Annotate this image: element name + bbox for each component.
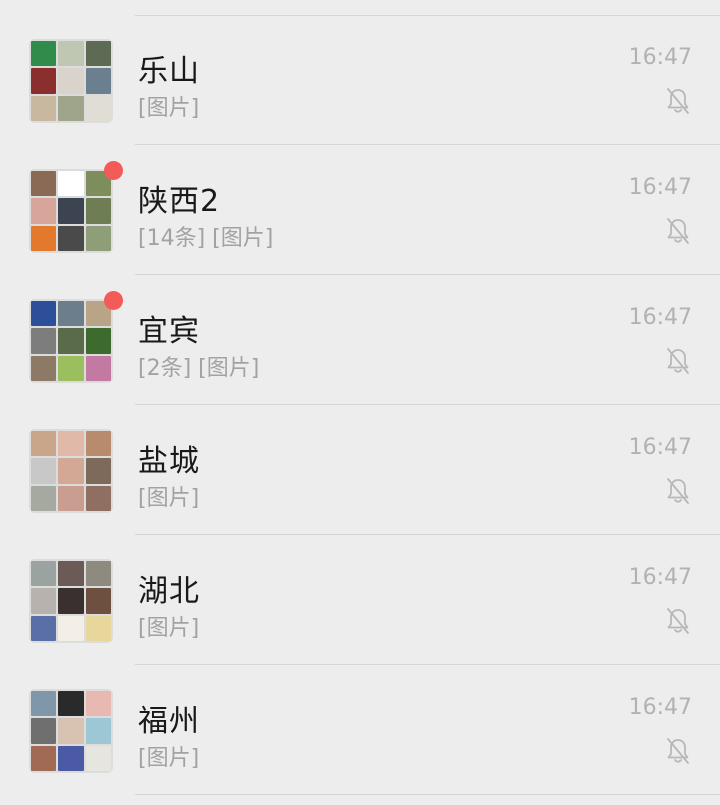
avatar-tile [31, 561, 57, 587]
avatar-tile [31, 718, 57, 744]
avatar-tile [31, 691, 57, 717]
avatar-tile [58, 41, 84, 67]
chat-preview: [图片] [138, 746, 200, 771]
avatar-tile [85, 615, 111, 641]
chat-list-item[interactable]: 湖北 [图片] 16:47 [0, 535, 720, 665]
avatar-tile [58, 171, 84, 197]
chat-time: 16:47 [628, 305, 692, 330]
avatar-tile [58, 225, 84, 251]
mute-bell-icon [667, 218, 689, 244]
avatar-tile [31, 745, 57, 771]
chat-list-item[interactable]: 盐城 [图片] 16:47 [0, 405, 720, 535]
chat-name: 湖北 [138, 574, 200, 609]
avatar-tile [58, 485, 84, 511]
avatar-tile [31, 68, 57, 94]
avatar-tile [58, 745, 84, 771]
chat-preview: [图片] [138, 616, 200, 641]
avatar-tile [85, 561, 111, 587]
avatar-tile [85, 588, 111, 614]
chat-preview: [图片] [138, 486, 200, 511]
avatar-tile [31, 41, 57, 67]
chat-name: 福州 [138, 704, 200, 739]
avatar-tile [85, 68, 111, 94]
avatar-tile [31, 328, 57, 354]
avatar-tile [58, 718, 84, 744]
mute-bell-icon [667, 478, 689, 504]
avatar-tile [58, 198, 84, 224]
group-avatar [29, 299, 113, 383]
unread-dot [104, 161, 123, 180]
avatar-tile [58, 561, 84, 587]
mute-bell-icon [667, 608, 689, 634]
avatar-tile [85, 328, 111, 354]
unread-dot [104, 291, 123, 310]
chat-preview: [14条] [图片] [138, 226, 274, 251]
avatar-tile [31, 485, 57, 511]
chat-list-item[interactable]: 乐山 [图片] 16:47 [0, 15, 720, 145]
avatar-tile [31, 225, 57, 251]
avatar-tile [85, 485, 111, 511]
avatar-tile [31, 588, 57, 614]
chat-time: 16:47 [628, 175, 692, 200]
avatar-tile [31, 95, 57, 121]
group-avatar [29, 39, 113, 123]
group-avatar [29, 689, 113, 773]
avatar-tile [85, 355, 111, 381]
group-avatar [29, 169, 113, 253]
avatar-tile [31, 301, 57, 327]
chat-time: 16:47 [628, 435, 692, 460]
mute-bell-icon [667, 738, 689, 764]
mute-bell-icon [667, 348, 689, 374]
avatar-tile [85, 718, 111, 744]
avatar-tile [31, 171, 57, 197]
avatar-tile [58, 615, 84, 641]
avatar-tile [58, 301, 84, 327]
avatar-tile [85, 458, 111, 484]
avatar-tile [85, 691, 111, 717]
avatar-tile [58, 431, 84, 457]
mute-bell-icon [667, 88, 689, 114]
chat-list-item[interactable]: 宜宾 [2条] [图片] 16:47 [0, 275, 720, 405]
chat-preview: [2条] [图片] [138, 356, 260, 381]
avatar-tile [58, 691, 84, 717]
avatar-tile [31, 198, 57, 224]
chat-name: 陕西2 [138, 184, 221, 219]
chat-time: 16:47 [628, 695, 692, 720]
avatar-tile [85, 225, 111, 251]
chat-time: 16:47 [628, 565, 692, 590]
chat-list-item[interactable]: 福州 [图片] 16:47 [0, 665, 720, 795]
group-avatar [29, 559, 113, 643]
avatar-tile [85, 41, 111, 67]
chat-list-item[interactable]: 陕西2 [14条] [图片] 16:47 [0, 145, 720, 275]
group-avatar [29, 429, 113, 513]
chat-list: 乐山 [图片] 16:47 陕西2 [14条] [图片] 16:47 宜宾 [2… [0, 15, 720, 795]
avatar-tile [85, 431, 111, 457]
avatar-tile [58, 588, 84, 614]
avatar-tile [31, 431, 57, 457]
avatar-tile [85, 198, 111, 224]
avatar-tile [58, 458, 84, 484]
avatar-tile [58, 68, 84, 94]
avatar-tile [31, 458, 57, 484]
avatar-tile [58, 355, 84, 381]
avatar-tile [58, 95, 84, 121]
avatar-tile [31, 615, 57, 641]
chat-time: 16:47 [628, 45, 692, 70]
avatar-tile [58, 328, 84, 354]
chat-name: 乐山 [138, 54, 200, 89]
avatar-tile [31, 355, 57, 381]
avatar-tile [85, 95, 111, 121]
avatar-tile [85, 745, 111, 771]
chat-name: 盐城 [138, 444, 200, 479]
chat-name: 宜宾 [138, 314, 200, 349]
chat-preview: [图片] [138, 96, 200, 121]
